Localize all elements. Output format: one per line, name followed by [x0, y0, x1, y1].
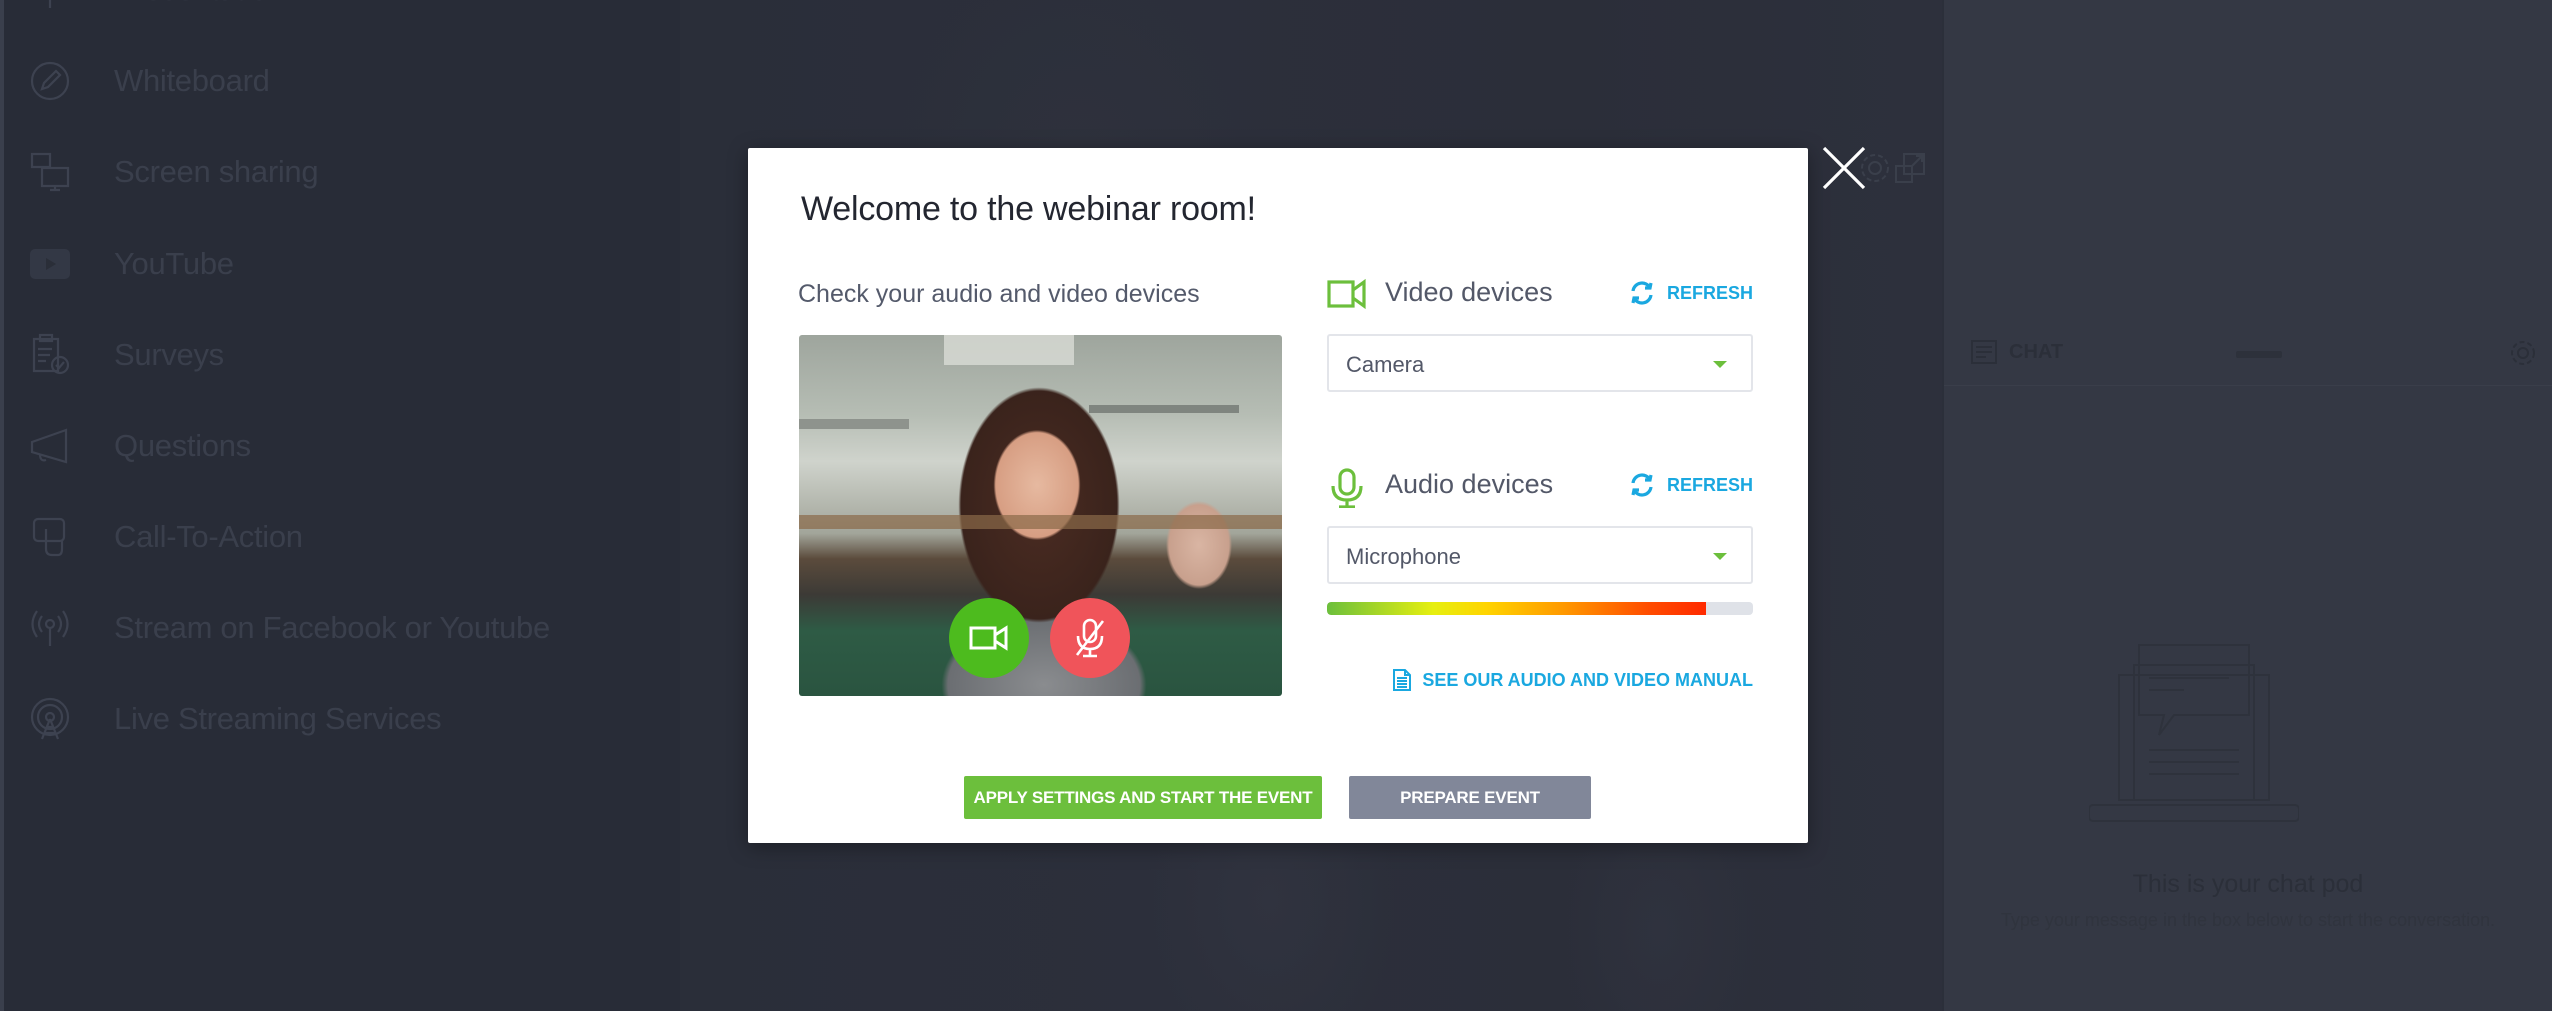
audio-level-fill — [1327, 602, 1707, 615]
mic-toggle-button[interactable] — [1050, 598, 1130, 678]
close-modal-button[interactable] — [1820, 145, 1868, 191]
audio-level-meter — [1327, 602, 1753, 615]
device-setup-modal: Welcome to the webinar room! Check your … — [748, 148, 1808, 843]
camera-select[interactable]: Camera — [1327, 334, 1753, 392]
refresh-icon — [1631, 473, 1653, 497]
document-icon — [1393, 669, 1412, 691]
refresh-icon — [1631, 281, 1653, 305]
close-icon — [1822, 146, 1866, 190]
chevron-down-icon — [1713, 553, 1727, 560]
microphone-icon — [1327, 468, 1367, 509]
prepare-event-button[interactable]: PREPARE EVENT — [1349, 776, 1591, 819]
modal-title: Welcome to the webinar room! — [801, 190, 1256, 228]
video-refresh-button[interactable]: REFRESH — [1629, 280, 1753, 306]
microphone-select-value: Microphone — [1346, 544, 1461, 569]
audio-devices-header: Audio devices REFRESH — [1327, 466, 1753, 509]
audio-refresh-label: REFRESH — [1666, 474, 1753, 495]
video-refresh-label: REFRESH — [1666, 282, 1753, 303]
mic-muted-icon — [1075, 618, 1105, 658]
video-devices-label: Video devices — [1385, 277, 1553, 307]
audio-refresh-button[interactable]: REFRESH — [1629, 472, 1753, 498]
video-camera-icon — [969, 625, 1008, 651]
chevron-down-icon — [1713, 361, 1727, 368]
apply-and-start-button[interactable]: APPLY SETTINGS AND START THE EVENT — [964, 776, 1322, 819]
camera-toggle-button[interactable] — [949, 598, 1029, 678]
audio-video-manual-link[interactable]: SEE OUR AUDIO AND VIDEO MANUAL — [1392, 668, 1753, 692]
microphone-select[interactable]: Microphone — [1327, 526, 1753, 584]
video-devices-header: Video devices REFRESH — [1327, 274, 1753, 314]
audio-devices-label: Audio devices — [1385, 469, 1554, 499]
camera-preview — [799, 335, 1282, 696]
manual-link-label: SEE OUR AUDIO AND VIDEO MANUAL — [1422, 669, 1753, 690]
camera-select-value: Camera — [1346, 352, 1425, 377]
video-camera-icon — [1327, 276, 1367, 312]
modal-subtitle: Check your audio and video devices — [798, 280, 1200, 308]
